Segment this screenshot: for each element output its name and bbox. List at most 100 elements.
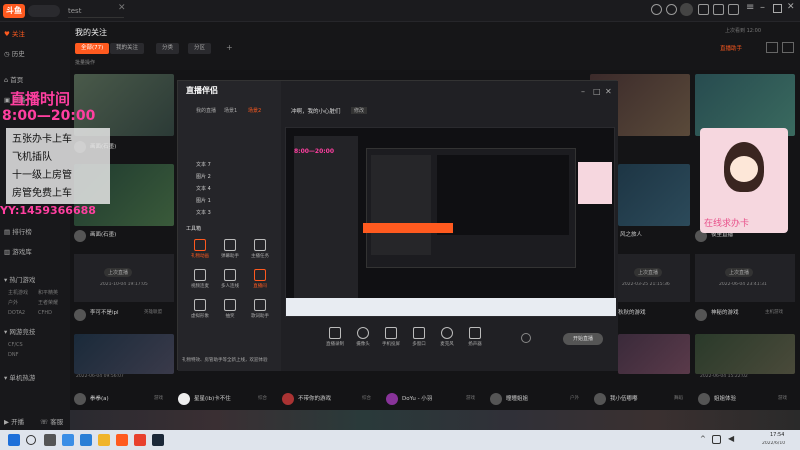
sidebar-item-gamelib[interactable]: ▥ 游戏库: [4, 246, 32, 256]
windows-start-icon[interactable]: [8, 434, 20, 446]
card-info[interactable]: 瞳瞳姐姐 户外: [490, 390, 590, 408]
card-info[interactable]: 不带你的游戏 综合: [282, 390, 382, 408]
sidebar-item-rank[interactable]: ▤ 排行榜: [4, 226, 32, 236]
list-item[interactable]: DNF: [8, 350, 23, 360]
mic-button[interactable]: 麦克风: [433, 327, 461, 347]
speaker-button[interactable]: 扬声器: [461, 327, 489, 347]
card-title[interactable]: 星星(ib)卡不住: [194, 394, 254, 402]
douyu-icon[interactable]: [116, 434, 128, 446]
avatar[interactable]: [178, 393, 190, 405]
multi-window-button[interactable]: 多窗口: [405, 327, 433, 347]
stream-card[interactable]: [618, 164, 690, 226]
volume-icon[interactable]: ◀: [728, 434, 734, 443]
card-info[interactable]: DoYu - 小羽 游戏: [386, 390, 486, 408]
close-window-icon[interactable]: ✕: [787, 2, 795, 12]
layer-item[interactable]: 文本 4: [196, 185, 211, 192]
explorer-icon[interactable]: [98, 434, 110, 446]
sidebar-item-online[interactable]: ▾ 网游竞技: [4, 326, 35, 336]
tool-multi[interactable]: 多人连线: [216, 269, 244, 289]
close-icon[interactable]: ✕: [605, 87, 612, 96]
stream-card[interactable]: [74, 334, 174, 374]
avatar[interactable]: [594, 393, 606, 405]
filter-category[interactable]: 分类: [156, 43, 180, 54]
card-info[interactable]: 拳拳(a) 游戏: [74, 390, 174, 408]
offline-card[interactable]: 上次直播 2022-06-04 23:41:31: [695, 254, 795, 302]
avatar[interactable]: [74, 230, 86, 242]
list-item[interactable]: CFHD: [38, 308, 58, 318]
tool-gift[interactable]: 礼物动画: [186, 239, 214, 259]
start-live-button[interactable]: ▶ 开播: [4, 416, 24, 426]
network-icon[interactable]: [712, 435, 721, 444]
menu-icon[interactable]: ≡: [746, 2, 754, 13]
layer-item[interactable]: 文本 3: [196, 209, 211, 216]
card-title[interactable]: DoYu - 小羽: [402, 394, 462, 402]
phone-cast-button[interactable]: 手机投屏: [377, 327, 405, 347]
card-info[interactable]: 星星(ib)卡不住 综合: [178, 390, 278, 408]
minimize-icon[interactable]: –: [760, 2, 765, 13]
card-title[interactable]: 风之旅人: [620, 230, 690, 238]
tool-danmaku[interactable]: 弹幕助手: [216, 239, 244, 259]
card-info[interactable]: 姐姐体验 游戏: [698, 390, 798, 408]
sidebar-item-follow[interactable]: ♥ 关注: [4, 28, 25, 38]
refresh-icon[interactable]: [666, 4, 677, 15]
card-title[interactable]: 神秘的游戏: [711, 308, 761, 316]
maximize-icon[interactable]: □: [593, 87, 601, 96]
list-view-icon[interactable]: [782, 42, 794, 53]
clock-icon[interactable]: [651, 4, 662, 15]
search-input[interactable]: test: [68, 4, 124, 18]
layer-item[interactable]: 图片 2: [196, 173, 211, 180]
list-item[interactable]: 和平精英: [38, 288, 58, 298]
tab-scene-2[interactable]: 场景2: [248, 107, 261, 114]
card-title[interactable]: 我小伍嘟嘟: [610, 394, 670, 402]
companion-icon[interactable]: [134, 434, 146, 446]
card-title[interactable]: 姐姐体验: [714, 394, 774, 402]
avatar[interactable]: [282, 393, 294, 405]
service-button[interactable]: ☏ 客服: [40, 416, 63, 426]
preview-canvas[interactable]: 8:00—20:00: [285, 127, 616, 317]
edge-icon[interactable]: [80, 434, 92, 446]
tab-scene-1[interactable]: 场景1: [224, 107, 237, 114]
avatar[interactable]: [74, 309, 86, 321]
card-title[interactable]: 不带你的游戏: [298, 394, 358, 402]
tab-my-live[interactable]: 我的直播: [196, 107, 216, 114]
tool-room[interactable]: 直播间: [246, 269, 274, 289]
edit-title-button[interactable]: 修改: [351, 107, 368, 114]
sidebar-item-hot[interactable]: ▾ 热门游戏: [4, 274, 35, 284]
filter-zone[interactable]: 分区: [188, 43, 212, 54]
avatar[interactable]: [386, 393, 398, 405]
avatar[interactable]: [695, 309, 707, 321]
offline-card[interactable]: 上次直播 2021-10-04 19:17:05: [74, 254, 174, 302]
sidebar-item-single[interactable]: ▾ 单机热游: [4, 372, 35, 382]
assistant-button[interactable]: 直播助手: [720, 44, 742, 52]
grid-view-icon[interactable]: [766, 42, 778, 53]
filter-follow[interactable]: 我的关注: [110, 43, 145, 54]
list-item[interactable]: CF/CS: [8, 340, 23, 350]
shirt-icon[interactable]: [698, 4, 709, 15]
card-title[interactable]: 秋秋的游戏: [618, 308, 688, 316]
stream-card[interactable]: [618, 334, 690, 374]
tool-task[interactable]: 主播任务: [246, 239, 274, 259]
sidebar-item-home[interactable]: ⌂ 首页: [4, 74, 23, 84]
list-item[interactable]: 王者荣耀: [38, 298, 58, 308]
card-title[interactable]: 李可不是ipl: [90, 308, 140, 316]
card-title[interactable]: 瞳瞳姐姐: [506, 394, 566, 402]
card-info[interactable]: 我小伍嘟嘟 舞蹈: [594, 390, 694, 408]
add-icon[interactable]: +: [226, 43, 233, 52]
task-view-icon[interactable]: [44, 434, 56, 446]
search-icon[interactable]: [26, 435, 36, 445]
avatar[interactable]: [680, 3, 693, 16]
avatar[interactable]: [490, 393, 502, 405]
avatar[interactable]: [698, 393, 710, 405]
settings-icon[interactable]: [521, 333, 531, 343]
stream-card[interactable]: [695, 334, 795, 374]
card-title[interactable]: 画面(石墨): [90, 230, 170, 238]
close-icon[interactable]: ✕: [118, 3, 126, 13]
app-logo[interactable]: 斗鱼: [3, 4, 25, 18]
list-item[interactable]: 户外: [8, 298, 28, 308]
start-live-button[interactable]: 开始直播: [563, 333, 603, 345]
avatar[interactable]: [74, 393, 86, 405]
tool-avatar[interactable]: 虚拟形象: [186, 299, 214, 319]
clock-date[interactable]: 2022/6/10: [762, 441, 785, 446]
filter-all[interactable]: 全部(77): [75, 43, 110, 54]
tool-lottery[interactable]: 抽奖: [216, 299, 244, 319]
